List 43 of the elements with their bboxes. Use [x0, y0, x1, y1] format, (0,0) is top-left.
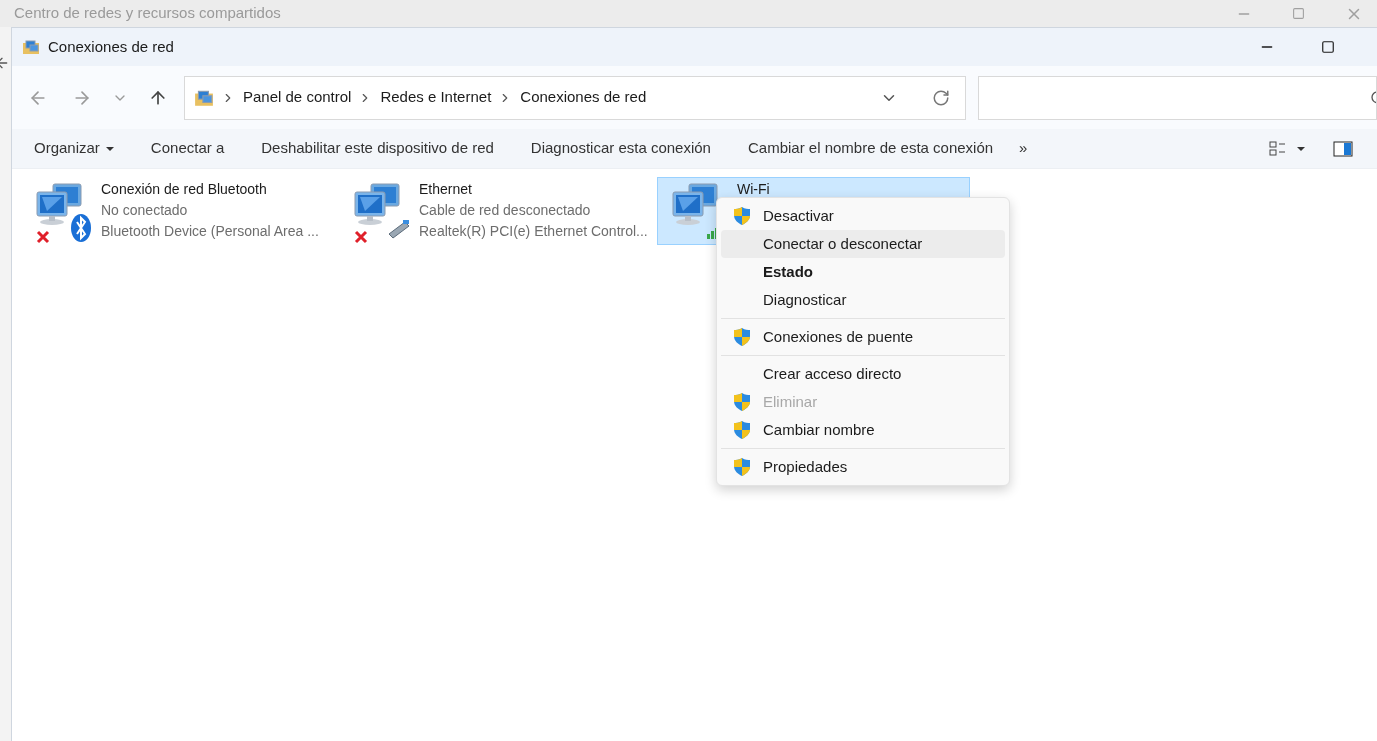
- shield-icon: [731, 457, 752, 477]
- connection-device: Realtek(R) PCI(e) Ethernet Control...: [419, 222, 648, 241]
- connection-status: Cable de red desconectado: [419, 201, 592, 220]
- window-title: Conexiones de red: [48, 36, 174, 57]
- menu-item[interactable]: Crear acceso directo: [721, 360, 1005, 388]
- shield-icon: [731, 327, 752, 347]
- maximize-icon[interactable]: [1321, 40, 1335, 54]
- connection-name: Ethernet: [419, 180, 473, 199]
- address-bar[interactable]: Panel de control Redes e Internet Conexiones de red: [184, 75, 966, 120]
- shield-icon: [731, 420, 752, 440]
- connection-item[interactable]: Ethernet Cable de red desconectado Realtek(R) PCI(e) Ethernet Control...: [339, 177, 652, 245]
- shield-icon: [731, 392, 752, 412]
- view-options-icon[interactable]: [1269, 140, 1287, 157]
- background-window-title: Centro de redes y recursos compartidos: [14, 3, 281, 24]
- menu-item[interactable]: Cambiar nombre: [721, 416, 1005, 444]
- network-folder-icon: [194, 88, 214, 107]
- connection-status: No conectado: [101, 201, 189, 220]
- menu-item[interactable]: Desactivar: [721, 202, 1005, 230]
- toolbar-button[interactable]: Organizar: [34, 137, 114, 160]
- connection-device: Bluetooth Device (Personal Area ...: [101, 222, 319, 241]
- toolbar-button[interactable]: Cambiar el nombre de esta conexión: [747, 137, 994, 160]
- breadcrumb[interactable]: Redes e Internet: [380, 86, 492, 109]
- caret-icon[interactable]: [1297, 146, 1305, 151]
- menu-item[interactable]: Conectar o desconectar: [721, 230, 1005, 258]
- network-folder-icon: [22, 39, 40, 55]
- toolbar-button[interactable]: Diagnosticar esta conexión: [530, 137, 711, 160]
- menu-item[interactable]: Estado: [721, 258, 1005, 286]
- menu-item[interactable]: Conexiones de puente: [721, 323, 1005, 351]
- connection-name: Conexión de red Bluetooth: [101, 180, 268, 199]
- breadcrumb[interactable]: Conexiones de red: [520, 86, 647, 109]
- shield-icon: [731, 206, 752, 226]
- menu-item[interactable]: Diagnosticar: [721, 286, 1005, 314]
- search-field[interactable]: [978, 75, 1377, 120]
- more-commands-button[interactable]: »: [1019, 137, 1028, 160]
- toolbar-button[interactable]: Conectar a: [150, 137, 225, 160]
- refresh-icon[interactable]: [932, 88, 950, 107]
- connection-name: Wi-Fi: [737, 180, 770, 199]
- toolbar-button[interactable]: Deshabilitar este dispositivo de red: [261, 137, 494, 160]
- caret-icon: [105, 146, 114, 151]
- connection-item[interactable]: Conexión de red Bluetooth No conectado Bluetooth Device (Personal Area ...: [21, 177, 334, 245]
- breadcrumb[interactable]: Panel de control: [243, 86, 352, 109]
- menu-item[interactable]: Propiedades: [721, 453, 1005, 481]
- preview-pane-icon[interactable]: [1333, 140, 1353, 157]
